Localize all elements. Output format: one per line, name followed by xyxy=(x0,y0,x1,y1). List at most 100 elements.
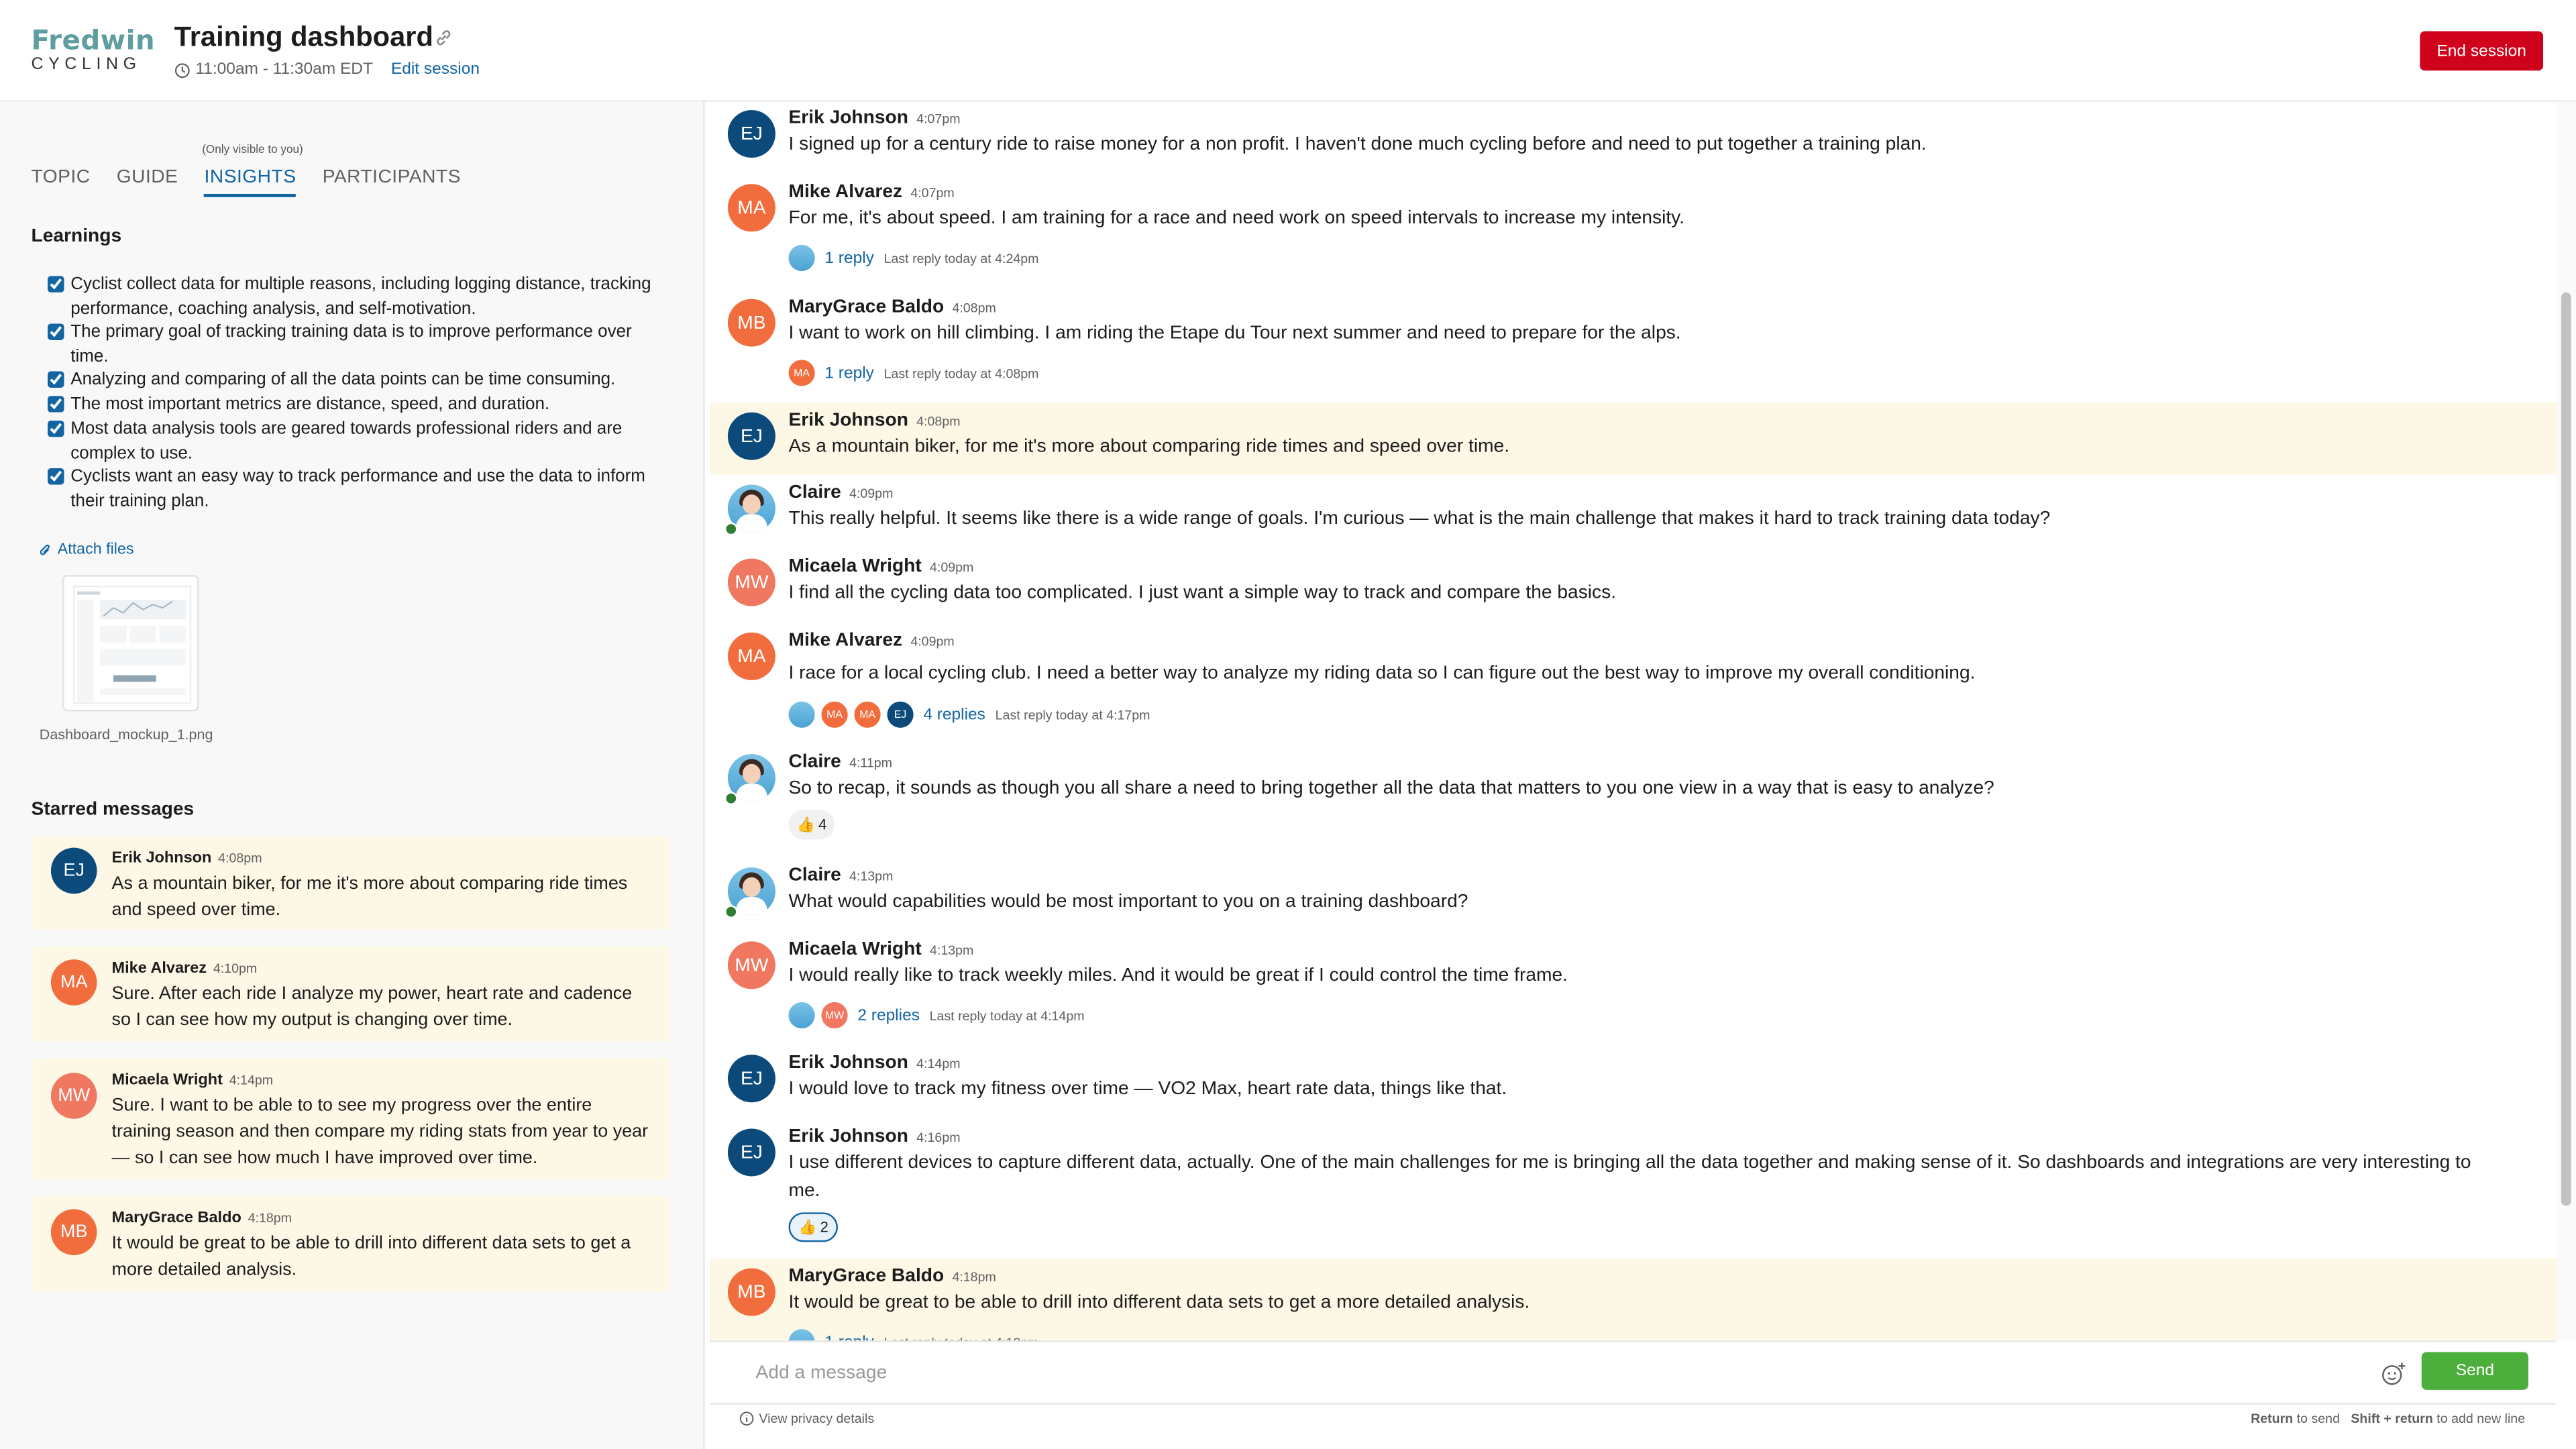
message-starred[interactable]: EJ Erik Johnson 4:08pm As a mountain bike… xyxy=(709,402,2557,475)
learning-checkbox[interactable] xyxy=(48,420,64,437)
thread-replies[interactable]: MW 2 replies Last reply today at 4:14pm xyxy=(788,1002,1085,1029)
message-author: Claire 4:09pm xyxy=(789,483,894,502)
thread-replies[interactable]: MA 1 reply Last reply today at 4:08pm xyxy=(788,360,1038,386)
edit-session-link[interactable]: Edit session xyxy=(391,61,480,79)
reply-count-link[interactable]: 2 replies xyxy=(857,1006,920,1024)
message[interactable]: MB MaryGrace Baldo 4:08pm I want to work … xyxy=(710,289,2557,388)
tab-guide[interactable]: GUIDE xyxy=(117,168,178,197)
reaction-thumbs-up[interactable]: 👍 4 xyxy=(788,810,835,840)
learning-checkbox[interactable] xyxy=(48,468,64,485)
starred-message[interactable]: MB MaryGrace Baldo 4:18pm It would be gre… xyxy=(32,1195,669,1291)
reply-count-link[interactable]: 1 reply xyxy=(824,249,874,267)
info-icon xyxy=(739,1411,754,1426)
send-button[interactable]: Send xyxy=(2421,1352,2528,1390)
reply-avatar xyxy=(788,244,815,272)
author-name: Micaela Wright xyxy=(788,557,922,577)
learning-item: Most data analysis tools are geared towa… xyxy=(48,417,672,465)
message[interactable]: EJ Erik Johnson 4:07pm I signed up for a … xyxy=(710,102,2557,168)
avatar: MA xyxy=(50,959,97,1006)
message[interactable]: Claire 4:11pm So to recap, it sounds as t… xyxy=(710,746,2557,845)
message[interactable]: MW Micaela Wright 4:13pm I would really l… xyxy=(710,933,2557,1032)
header: Fredwin CYCLING Training dashboard 11:00… xyxy=(0,0,2576,102)
learning-checkbox[interactable] xyxy=(48,371,64,388)
message-author: Erik Johnson 4:08pm xyxy=(789,411,961,430)
clock-icon xyxy=(174,62,190,77)
reply-count-link[interactable]: 4 replies xyxy=(923,706,985,724)
scrollbar-thumb[interactable] xyxy=(2561,292,2571,1206)
learning-checkbox[interactable] xyxy=(48,323,64,340)
starred-text: Sure. After each ride I analyze my power… xyxy=(111,983,633,1030)
avatar: EJ xyxy=(727,1128,775,1177)
message[interactable]: EJ Erik Johnson 4:16pm I use different de… xyxy=(710,1120,2557,1252)
reply-count-link[interactable]: 1 reply xyxy=(824,364,874,382)
facilitator-badge-icon xyxy=(724,905,738,918)
end-session-button[interactable]: End session xyxy=(2420,31,2544,71)
starred-author-name: Micaela Wright xyxy=(111,1071,223,1089)
learning-checkbox[interactable] xyxy=(48,396,64,413)
page-title: Training dashboard xyxy=(174,21,433,53)
reply-avatar: MA xyxy=(788,360,815,386)
emoji-add-icon[interactable] xyxy=(2381,1360,2407,1387)
chat-scrollbar[interactable] xyxy=(2556,101,2576,1341)
message[interactable]: MA Mike Alvarez 4:09pm I race for a local… xyxy=(710,625,2557,733)
starred-text: Sure. I want to be able to to see my pro… xyxy=(111,1095,649,1169)
message-text: What would capabilities would be most im… xyxy=(788,892,1468,912)
reply-avatar xyxy=(788,701,815,728)
dashboard-mockup-image xyxy=(72,586,192,704)
message-author: Claire 4:11pm xyxy=(789,753,892,772)
thread-replies[interactable]: MA MA EJ 4 replies Last reply today at 4… xyxy=(788,701,1150,728)
learning-text: Cyclist collect data for multiple reason… xyxy=(70,274,651,319)
message[interactable]: EJ Erik Johnson 4:14pm I would love to tr… xyxy=(710,1046,2557,1119)
message-list[interactable]: EJ Erik Johnson 4:07pm I signed up for a … xyxy=(709,102,2557,1341)
message-starred[interactable]: MB MaryGrace Baldo 4:18pm It would be gre… xyxy=(709,1258,2557,1341)
tab-topic[interactable]: TOPIC xyxy=(32,168,91,197)
tab-participants[interactable]: PARTICIPANTS xyxy=(323,168,461,197)
starred-author: Erik Johnson 4:08pm xyxy=(112,849,262,867)
message[interactable]: MW Micaela Wright 4:09pm I find all the c… xyxy=(710,550,2557,623)
message-input[interactable] xyxy=(755,1358,2333,1389)
attach-files-link[interactable]: Attach files xyxy=(38,541,134,559)
reaction-thumbs-up[interactable]: 👍 2 xyxy=(788,1212,839,1242)
message[interactable]: Claire 4:09pm This really helpful. It see… xyxy=(710,476,2557,549)
thread-replies[interactable]: 1 reply Last reply today at 4:18pm xyxy=(788,1329,1038,1341)
author-name: Erik Johnson xyxy=(788,108,908,129)
message-text: As a mountain biker, for me it's more ab… xyxy=(788,437,1510,457)
message-author: Erik Johnson 4:07pm xyxy=(789,109,961,128)
message[interactable]: MA Mike Alvarez 4:07pm For me, it's about… xyxy=(710,176,2557,274)
message-author: Erik Johnson 4:16pm xyxy=(789,1127,961,1146)
thread-replies[interactable]: 1 reply Last reply today at 4:24pm xyxy=(788,244,1038,272)
logo-subtitle: CYCLING xyxy=(31,55,142,73)
starred-time: 4:08pm xyxy=(218,851,262,866)
message-time: 4:14pm xyxy=(916,1056,961,1071)
only-visible-note: (Only visible to you) xyxy=(202,144,303,156)
learning-text: The primary goal of tracking training da… xyxy=(70,322,632,366)
author-name: Erik Johnson xyxy=(788,1127,908,1147)
starred-message[interactable]: MA Mike Alvarez 4:10pm Sure. After each r… xyxy=(32,946,669,1042)
message[interactable]: Claire 4:13pm What would capabilities wou… xyxy=(710,859,2557,932)
avatar: MB xyxy=(50,1209,97,1256)
starred-time: 4:18pm xyxy=(248,1210,292,1226)
learning-item: Analyzing and comparing of all the data … xyxy=(48,368,672,392)
author-name: MaryGrace Baldo xyxy=(788,1267,945,1287)
message-time: 4:16pm xyxy=(916,1130,961,1145)
starred-message[interactable]: EJ Erik Johnson 4:08pm As a mountain bike… xyxy=(32,836,669,930)
learning-checkbox[interactable] xyxy=(48,276,64,292)
link-icon[interactable] xyxy=(434,28,453,48)
starred-time: 4:10pm xyxy=(213,961,258,976)
hint-return-key: Return xyxy=(2251,1411,2294,1426)
privacy-link[interactable]: View privacy details xyxy=(739,1411,874,1426)
logo-wordmark: Fredwin xyxy=(31,24,156,56)
reply-count-link[interactable]: 1 reply xyxy=(824,1333,874,1340)
message-time: 4:09pm xyxy=(849,486,894,501)
author-name: Erik Johnson xyxy=(788,411,908,431)
message-text: I race for a local cycling club. I need … xyxy=(788,663,1976,684)
attachment-thumbnail[interactable] xyxy=(62,575,199,712)
insights-panel: (Only visible to you) TOPIC GUIDE INSIGH… xyxy=(0,101,705,1449)
avatar: EJ xyxy=(727,412,775,460)
author-name: MaryGrace Baldo xyxy=(788,297,945,317)
starred-message[interactable]: MW Micaela Wright 4:14pm Sure. I want to … xyxy=(32,1058,669,1180)
reply-avatar: MA xyxy=(854,701,881,728)
tab-insights[interactable]: INSIGHTS xyxy=(204,168,297,197)
author-name: Micaela Wright xyxy=(788,939,922,960)
avatar: MB xyxy=(727,1268,775,1316)
